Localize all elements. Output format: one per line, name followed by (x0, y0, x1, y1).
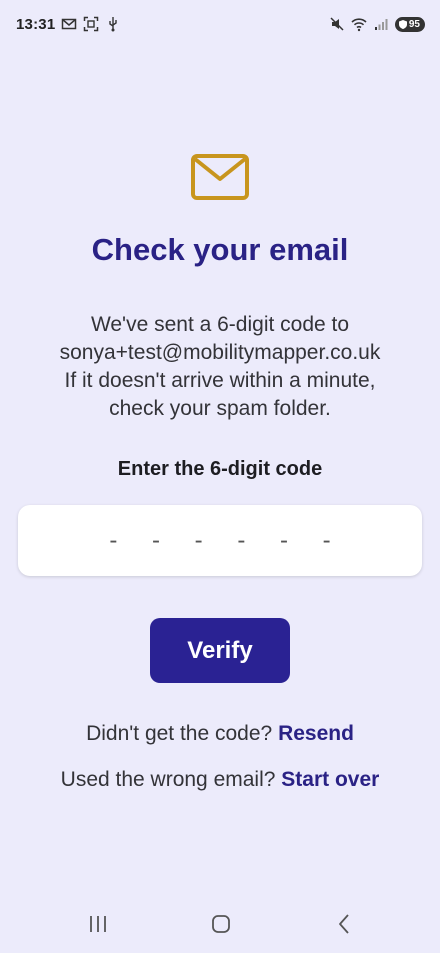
verify-button[interactable]: Verify (150, 618, 290, 683)
code-label: Enter the 6-digit code (117, 458, 323, 480)
recents-icon[interactable] (86, 912, 110, 936)
mail-icon (191, 154, 249, 200)
message-line: check your spam folder. (109, 397, 331, 420)
message-email: sonya+test@mobilitymapper.co.uk (59, 341, 381, 364)
verify-email-screen: Check your email We've sent a 6-digit co… (0, 0, 440, 953)
start-over-link[interactable]: Start over (281, 768, 379, 791)
back-icon[interactable] (333, 912, 357, 936)
message-line: If it doesn't arrive within a minute, (64, 369, 376, 392)
startover-prompt: Used the wrong email? (60, 768, 276, 791)
instruction-message: We've sent a 6-digit code to sonya+test@… (0, 311, 440, 423)
home-icon[interactable] (209, 912, 233, 936)
resend-link[interactable]: Resend (278, 722, 354, 745)
message-line: We've sent a 6-digit code to (90, 313, 350, 336)
code-input[interactable]: - - - - - - (18, 505, 422, 576)
resend-row: Didn't get the code? Resend (0, 722, 440, 746)
navigation-bar (0, 900, 440, 953)
page-title: Check your email (91, 232, 349, 267)
resend-prompt: Didn't get the code? (86, 722, 273, 745)
startover-row: Used the wrong email? Start over (0, 768, 440, 792)
